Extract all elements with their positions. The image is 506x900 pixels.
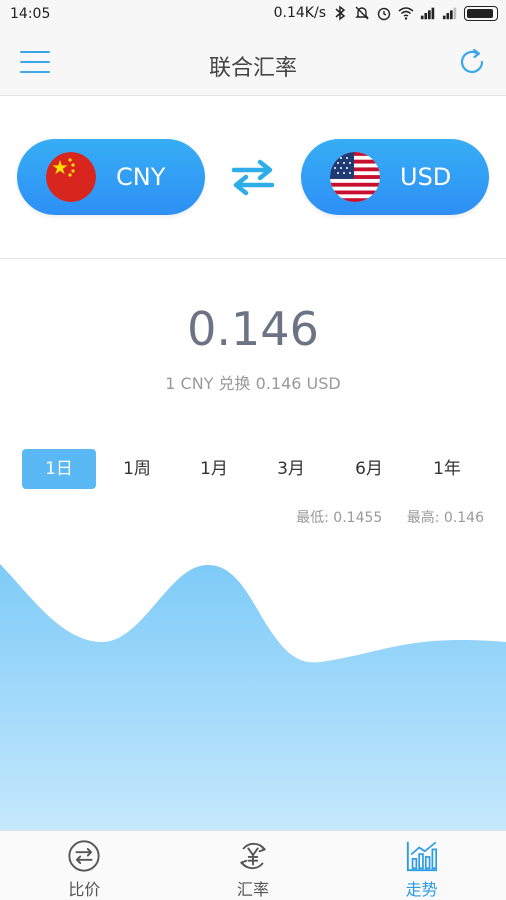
status-icons: 0.14K/s bbox=[274, 5, 498, 21]
wifi-icon bbox=[398, 7, 414, 20]
trend-area bbox=[0, 564, 506, 830]
nav-item-rate[interactable]: 汇率 bbox=[169, 831, 338, 900]
rate-low: 最低: 0.1455 bbox=[296, 510, 383, 526]
mute-icon bbox=[355, 6, 369, 20]
to-currency-button[interactable]: USD bbox=[301, 139, 489, 215]
china-flag-icon bbox=[46, 152, 96, 202]
exchange-rate-value: 0.146 bbox=[187, 302, 319, 356]
nav-item-trend[interactable]: 走势 bbox=[337, 831, 506, 900]
status-bar: 14:05 0.14K/s bbox=[0, 0, 506, 30]
from-currency-button[interactable]: CNY bbox=[17, 139, 205, 215]
bluetooth-icon bbox=[335, 5, 346, 21]
status-time: 14:05 bbox=[10, 6, 51, 22]
swap-arrows-icon[interactable] bbox=[230, 157, 276, 197]
rate-range: 最低: 0.1455 最高: 0.146 bbox=[296, 507, 484, 527]
tab-3-months[interactable]: 3月 bbox=[254, 449, 328, 489]
tab-6-months[interactable]: 6月 bbox=[332, 449, 406, 489]
usa-flag-icon bbox=[330, 152, 380, 202]
network-speed: 0.14K/s bbox=[273, 5, 326, 21]
trend-area-chart bbox=[0, 564, 506, 830]
tab-1-month[interactable]: 1月 bbox=[177, 449, 251, 489]
signal-icon bbox=[420, 7, 435, 20]
nav-label-trend: 走势 bbox=[405, 880, 438, 899]
rate-high: 最高: 0.146 bbox=[406, 510, 484, 526]
app-header: 联合汇率 bbox=[0, 30, 506, 96]
alarm-icon bbox=[377, 7, 391, 21]
yen-exchange-icon bbox=[240, 842, 266, 870]
nav-item-compare[interactable]: 比价 bbox=[0, 831, 169, 900]
signal-icon-2 bbox=[442, 7, 457, 20]
tab-1-week[interactable]: 1周 bbox=[100, 449, 174, 489]
to-currency-code: USD bbox=[400, 163, 452, 191]
nav-label-rate: 汇率 bbox=[237, 880, 270, 899]
bottom-nav: 比价 汇率 走势 bbox=[0, 830, 506, 900]
exchange-rate-description: 1 CNY 兑换 0.146 USD bbox=[165, 374, 341, 393]
currency-selector: CNY USD bbox=[0, 97, 506, 259]
tab-1-year[interactable]: 1年 bbox=[410, 449, 484, 489]
nav-label-compare: 比价 bbox=[68, 880, 101, 899]
compare-icon bbox=[68, 840, 100, 872]
page-title: 联合汇率 bbox=[208, 56, 297, 81]
from-currency-code: CNY bbox=[116, 163, 166, 191]
trend-chart-icon bbox=[406, 841, 437, 872]
battery-icon bbox=[464, 5, 498, 21]
period-tabs: 1日 1周 1月 3月 6月 1年 bbox=[22, 449, 488, 489]
tab-1-day[interactable]: 1日 bbox=[22, 449, 96, 489]
refresh-icon[interactable] bbox=[456, 46, 488, 78]
